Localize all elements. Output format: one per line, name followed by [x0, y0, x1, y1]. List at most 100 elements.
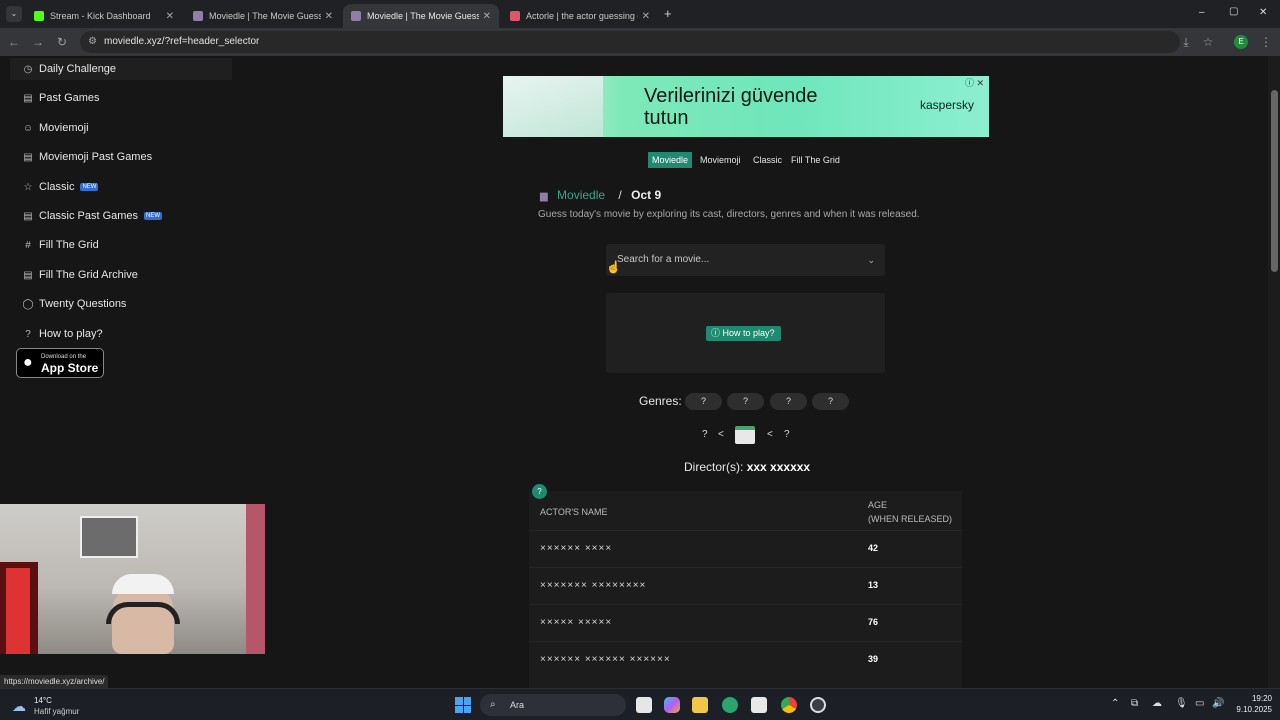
browser-menu-icon[interactable]: ⋮ — [1258, 34, 1274, 50]
forward-arrow-icon[interactable]: → — [30, 34, 46, 50]
breadcrumb-moviedle-link[interactable]: Moviedle — [557, 188, 605, 202]
mode-tab-moviedle[interactable]: Moviedle — [648, 152, 693, 168]
hash-icon: # — [25, 239, 31, 251]
calendar-icon: ▤ — [23, 92, 33, 104]
year-less-than: < — [718, 429, 724, 440]
address-bar[interactable]: ⚙ moviedle.xyz/?ref=header_selector — [80, 31, 1180, 53]
headphones — [106, 602, 180, 624]
game-subtitle: Guess today's movie by exploring its cas… — [538, 209, 920, 220]
mode-tab-classic[interactable]: Classic — [749, 152, 786, 168]
year-upper: ? — [784, 429, 790, 440]
sidebar-item-label: Moviemoji — [39, 122, 89, 134]
sidebar-item-daily-challenge[interactable]: ◷ Daily Challenge — [10, 58, 232, 80]
actor-age: 42 — [868, 543, 879, 553]
sidebar-item-classic-past-games[interactable]: ▤ Classic Past Games NEW — [0, 205, 232, 227]
bookmark-star-icon[interactable]: ☆ — [1200, 34, 1216, 50]
search-placeholder: Search for a movie... — [617, 254, 710, 265]
site-info-icon[interactable]: ⚙ — [88, 31, 97, 53]
chat-icon: ◯ — [22, 298, 34, 310]
display-icon[interactable]: ▭ — [1195, 698, 1204, 709]
sidebar-item-fill-the-grid[interactable]: # Fill The Grid — [0, 234, 232, 256]
file-explorer-icon[interactable] — [692, 697, 708, 713]
speaker-icon[interactable]: 🔊 — [1212, 698, 1224, 709]
close-window-button[interactable]: ✕ — [1259, 7, 1267, 18]
taskbar-search-placeholder: Ara — [510, 700, 525, 710]
sidebar-item-how-to-play[interactable]: ? How to play? — [0, 323, 232, 345]
reload-icon[interactable]: ↻ — [54, 34, 70, 50]
taskbar-clock[interactable]: 19:20 9.10.2025 — [1230, 693, 1272, 715]
sidebar-item-twenty-questions[interactable]: ◯ Twenty Questions — [0, 293, 232, 315]
browser-tab-kick[interactable]: Stream - Kick Dashboard ✕ — [26, 4, 182, 28]
new-tab-button[interactable]: + — [664, 6, 672, 21]
chevron-down-icon[interactable]: ⌄ — [867, 244, 875, 276]
tray-chevron-icon[interactable]: ⌃ — [1111, 698, 1119, 709]
minimize-button[interactable]: – — [1199, 7, 1205, 18]
browser-tab-strip: ⌄ Stream - Kick Dashboard ✕ Moviedle | T… — [0, 0, 1280, 28]
tab-close-icon[interactable]: ✕ — [166, 11, 174, 22]
tab-title: Actorle | the actor guessing ga — [526, 11, 638, 21]
chrome-icon[interactable] — [781, 697, 797, 713]
maximize-button[interactable]: ▢ — [1229, 6, 1238, 17]
table-row: ××××× ××××× 76 — [529, 604, 962, 641]
sidebar-item-fill-the-grid-archive[interactable]: ▤ Fill The Grid Archive — [0, 264, 232, 286]
ad-headline: Verilerinizi güvende tutun — [644, 85, 817, 129]
movie-search-input[interactable]: Search for a movie... ⌄ — [606, 244, 885, 276]
genre-pill: ? — [812, 393, 849, 410]
task-view-icon[interactable] — [636, 697, 652, 713]
app-store-line1: Download on the — [41, 354, 87, 360]
tab-close-icon[interactable]: ✕ — [483, 11, 491, 22]
tray-cloud-icon[interactable]: ☁ — [1152, 698, 1162, 709]
hint-badge[interactable]: ? — [532, 484, 547, 499]
kick-favicon-icon — [34, 11, 44, 21]
store-icon[interactable] — [751, 697, 767, 713]
rain-cloud-icon: ☁ — [12, 698, 26, 714]
microphone-icon[interactable]: 🎙 — [1175, 698, 1188, 709]
tab-close-icon[interactable]: ✕ — [325, 11, 333, 22]
taskbar-search[interactable]: ⌕ Ara — [480, 694, 626, 716]
moviedle-favicon-icon — [193, 11, 203, 21]
app-store-badge[interactable]: ● Download on the App Store — [16, 348, 104, 378]
install-app-icon[interactable]: ⤓ — [1178, 34, 1194, 50]
breadcrumb: ▆ Moviedle / Oct 9 — [540, 188, 661, 202]
profile-avatar[interactable]: E — [1234, 35, 1248, 49]
mode-tab-moviemoji[interactable]: Moviemoji — [696, 152, 745, 168]
tab-close-icon[interactable]: ✕ — [642, 11, 650, 22]
back-arrow-icon[interactable]: ← — [6, 34, 22, 50]
calendar-icon: ▤ — [23, 269, 33, 281]
genre-pill: ? — [727, 393, 764, 410]
mode-tab-fill-the-grid[interactable]: Fill The Grid — [787, 152, 844, 168]
browser-tab-actorle[interactable]: Actorle | the actor guessing ga ✕ — [502, 4, 658, 28]
scrollbar-thumb[interactable] — [1271, 90, 1278, 272]
director-label: Director(s): — [684, 460, 744, 474]
copilot-icon[interactable] — [664, 697, 680, 713]
browser-tab-moviedle-active[interactable]: Moviedle | The Movie Guessing ✕ — [343, 4, 499, 28]
tab-search-button[interactable]: ⌄ — [6, 6, 22, 22]
wall-picture — [80, 516, 138, 558]
breadcrumb-separator: / — [618, 188, 622, 202]
browser-tab-moviedle-1[interactable]: Moviedle | The Movie Guessing ✕ — [185, 4, 341, 28]
actor-name: ×××××× ×××× — [540, 543, 613, 554]
moviedle-logo-icon: ▆ — [540, 191, 548, 202]
actor-age: 13 — [868, 580, 879, 590]
sidebar: ◷ Daily Challenge ▤ Past Games ☺ Moviemoji ▤ Mo… — [0, 56, 232, 396]
year-less-than: < — [767, 429, 773, 440]
windows-start-icon[interactable] — [455, 697, 471, 713]
star-icon: ☆ — [23, 181, 33, 193]
ad-close-icon[interactable]: ⓘ ✕ — [965, 76, 984, 89]
app-icon[interactable] — [810, 697, 826, 713]
sidebar-item-moviemoji[interactable]: ☺ Moviemoji — [0, 117, 232, 139]
sidebar-item-past-games[interactable]: ▤ Past Games — [0, 87, 232, 109]
how-to-play-button[interactable]: ⓘ How to play? — [706, 326, 781, 341]
edge-icon[interactable] — [722, 697, 738, 713]
sidebar-item-label: Daily Challenge — [39, 63, 117, 75]
clock-icon: ◷ — [23, 63, 33, 75]
ad-headline-line1: Verilerinizi güvende — [644, 85, 818, 107]
table-row: ×××××× ×××××× ×××××× 39 — [529, 641, 962, 678]
page-scrollbar[interactable] — [1268, 56, 1280, 688]
help-icon: ⓘ — [711, 328, 723, 338]
sidebar-item-moviemoji-past-games[interactable]: ▤ Moviemoji Past Games — [0, 146, 232, 168]
sidebar-item-label: Fill The Grid Archive — [39, 269, 138, 281]
advertisement-banner[interactable]: Verilerinizi güvende tutun kaspersky ⓘ ✕ — [503, 76, 989, 137]
tray-app-icon[interactable]: ⧉ — [1131, 698, 1138, 709]
sidebar-item-classic[interactable]: ☆ Classic NEW — [0, 176, 232, 198]
